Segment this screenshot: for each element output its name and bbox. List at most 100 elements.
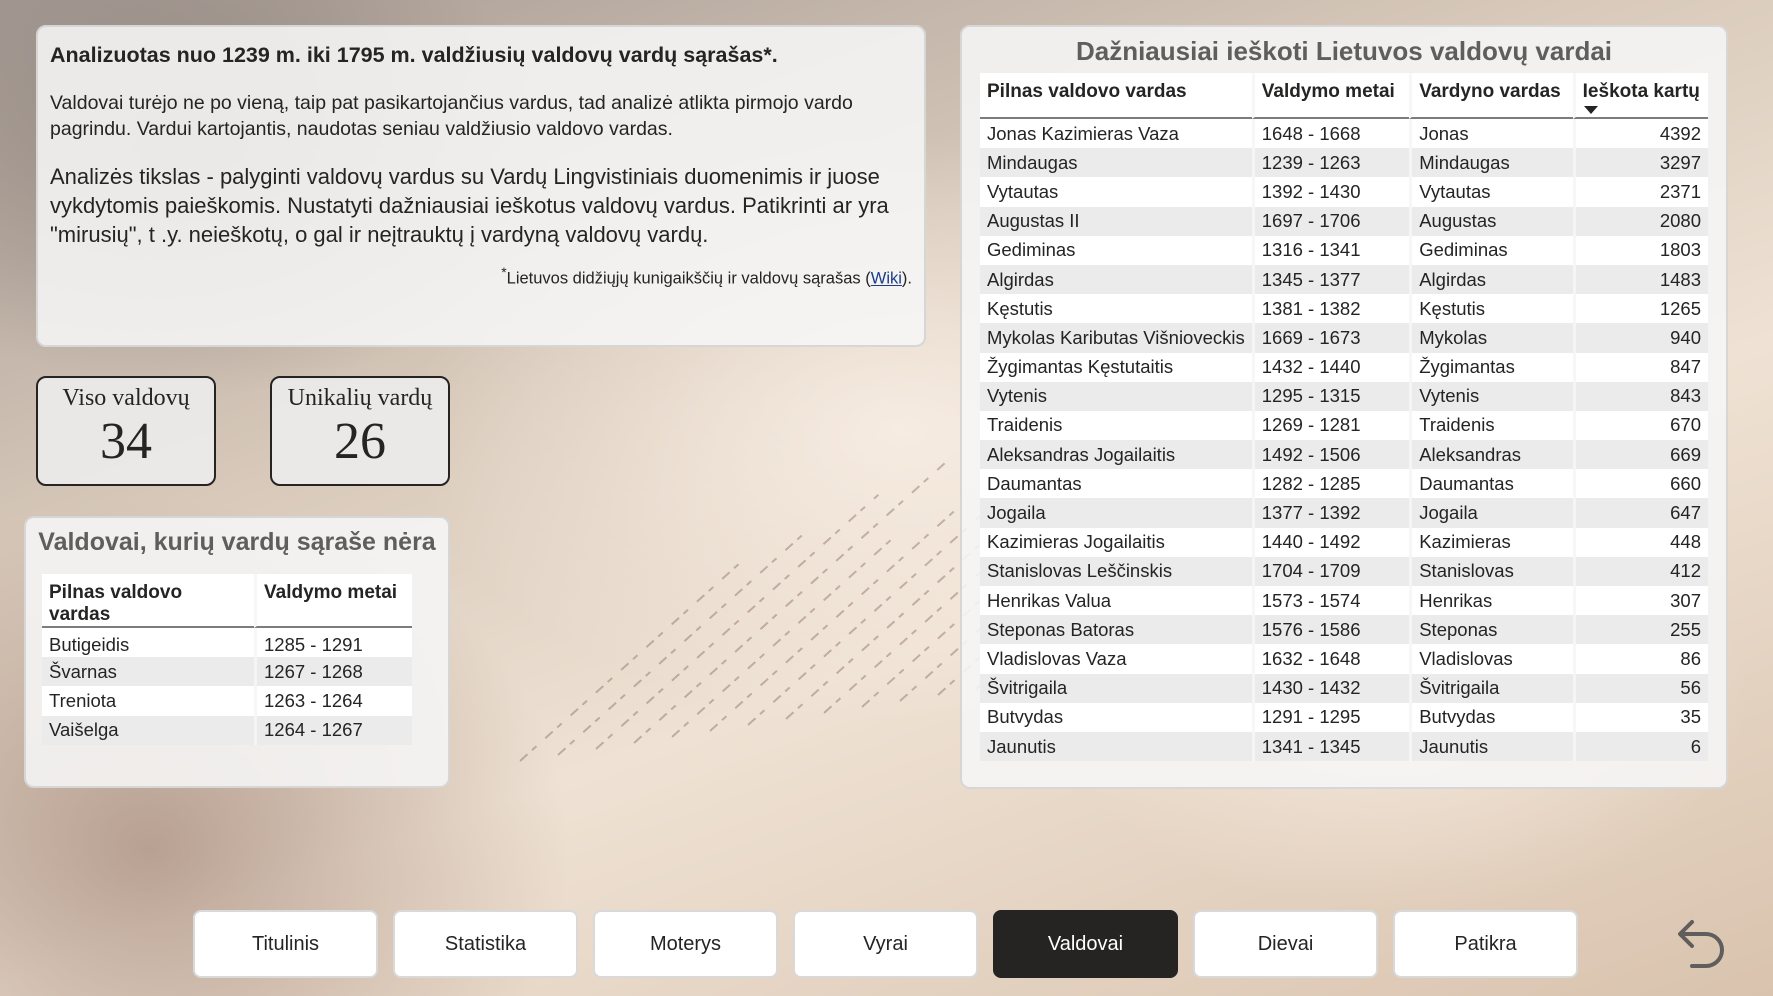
table-row[interactable]: Daumantas 1282 - 1285 Daumantas 660 — [980, 469, 1708, 499]
cell-search-count: 669 — [1572, 440, 1708, 470]
cell-reign-years: 1269 - 1281 — [1251, 410, 1410, 441]
cell-search-count: 86 — [1572, 644, 1708, 674]
cell-reign-years: 1295 - 1315 — [1251, 381, 1410, 411]
manuscript-line — [557, 526, 812, 756]
cell-full-name: Žygimantas Kęstutaitis — [980, 352, 1252, 382]
table-row[interactable]: Augustas II 1697 - 1706 Augustas 2080 — [980, 206, 1708, 236]
table-row[interactable]: Butvydas 1291 - 1295 Butvydas 35 — [980, 702, 1708, 732]
nav-button-titulinis[interactable]: Titulinis — [193, 910, 378, 978]
cell-full-name: Jaunutis — [980, 731, 1252, 762]
cell-reign-years: 1267 - 1268 — [254, 657, 412, 687]
top-searched-table: Pilnas valdovo vardas Valdymo metai Vard… — [980, 73, 1708, 762]
table-row[interactable]: Jaunutis 1341 - 1345 Jaunutis 6 — [980, 731, 1708, 762]
table-row[interactable]: Gediminas 1316 - 1341 Gediminas 1803 — [980, 235, 1708, 265]
cell-search-count: 847 — [1572, 352, 1708, 382]
nav-button-patikra[interactable]: Patikra — [1393, 910, 1578, 978]
column-header-full-name[interactable]: Pilnas valdovo vardas — [42, 574, 254, 628]
cell-full-name: Treniota — [42, 686, 254, 716]
cell-search-count: 1265 — [1572, 294, 1708, 324]
table-row[interactable]: Steponas Batoras 1576 - 1586 Steponas 255 — [980, 615, 1708, 645]
column-header-reign-years[interactable]: Valdymo metai — [1251, 73, 1410, 119]
table-row[interactable]: Mindaugas 1239 - 1263 Mindaugas 3297 — [980, 148, 1708, 178]
nav-button-dievai[interactable]: Dievai — [1193, 910, 1378, 978]
cell-search-count: 647 — [1572, 498, 1708, 528]
table-row[interactable]: Jonas Kazimieras Vaza 1648 - 1668 Jonas 439… — [980, 119, 1708, 149]
intro-footnote: *Lietuvos didžiųjų kunigaikščių ir valdo… — [50, 265, 912, 289]
footnote-end: ). — [901, 269, 912, 288]
table-row[interactable]: Vytenis 1295 - 1315 Vytenis 843 — [980, 381, 1708, 411]
column-header-registry-name[interactable]: Vardyno vardas — [1409, 73, 1573, 119]
cell-search-count: 660 — [1572, 469, 1708, 499]
nav-button-statistika[interactable]: Statistika — [393, 910, 578, 978]
column-header-full-name[interactable]: Pilnas valdovo vardas — [980, 73, 1252, 119]
nav-button-vyrai[interactable]: Vyrai — [793, 910, 978, 978]
table-row[interactable]: Švarnas 1267 - 1268 — [42, 657, 412, 687]
cell-search-count: 4392 — [1572, 119, 1708, 149]
table-row[interactable]: Algirdas 1345 - 1377 Algirdas 1483 — [980, 264, 1708, 295]
cell-search-count: 2371 — [1572, 177, 1708, 207]
cell-registry-name: Augustas — [1409, 206, 1573, 236]
cell-full-name: Mindaugas — [980, 148, 1252, 178]
nav-button-valdovai[interactable]: Valdovai — [993, 910, 1178, 978]
intro-title: Analizuotas nuo 1239 m. iki 1795 m. vald… — [50, 43, 778, 67]
cell-full-name: Švitrigaila — [980, 673, 1252, 703]
table-row[interactable]: Vytautas 1392 - 1430 Vytautas 2371 — [980, 177, 1708, 207]
kpi-total-rulers: Viso valdovų 34 — [36, 376, 216, 486]
cell-full-name: Jonas Kazimieras Vaza — [980, 119, 1252, 149]
cell-search-count: 843 — [1572, 381, 1708, 411]
column-header-reign-years[interactable]: Valdymo metai — [254, 574, 412, 628]
cell-reign-years: 1264 - 1267 — [254, 715, 412, 745]
cell-reign-years: 1492 - 1506 — [1251, 440, 1410, 470]
table-row[interactable]: Aleksandras Jogailaitis 1492 - 1506 Aleksa… — [980, 440, 1708, 470]
cell-registry-name: Vladislovas — [1409, 644, 1573, 674]
column-header-search-count[interactable]: Ieškota kartų — [1572, 73, 1708, 119]
cell-reign-years: 1239 - 1263 — [1251, 148, 1410, 178]
cell-reign-years: 1697 - 1706 — [1251, 206, 1410, 236]
manuscript-line — [595, 493, 880, 750]
cell-search-count: 670 — [1572, 410, 1708, 441]
table-row[interactable]: Butigeidis 1285 - 1291 — [42, 628, 412, 658]
table-row[interactable]: Žygimantas Kęstutaitis 1432 - 1440 Žygiman… — [980, 352, 1708, 382]
table-row[interactable]: Stanislovas Leščinskis 1704 - 1709 Stanisl… — [980, 556, 1708, 586]
missing-rulers-card: Valdovai, kurių vardų sąraše nėra Pilnas… — [24, 516, 450, 788]
table-row[interactable]: Treniota 1263 - 1264 — [42, 686, 412, 716]
table-row[interactable]: Kazimieras Jogailaitis 1440 - 1492 Kazimie… — [980, 527, 1708, 557]
cell-reign-years: 1432 - 1440 — [1251, 352, 1410, 382]
table-row[interactable]: Jogaila 1377 - 1392 Jogaila 647 — [980, 498, 1708, 528]
cell-registry-name: Algirdas — [1409, 264, 1573, 295]
cell-registry-name: Stanislovas — [1409, 556, 1573, 586]
cell-full-name: Stanislovas Leščinskis — [980, 556, 1252, 586]
back-arrow-icon[interactable] — [1672, 912, 1728, 974]
cell-registry-name: Jonas — [1409, 119, 1573, 149]
top-searched-title: Dažniausiai ieškoti Lietuvos valdovų var… — [1075, 36, 1613, 66]
cell-full-name: Švarnas — [42, 657, 254, 687]
cell-reign-years: 1377 - 1392 — [1251, 498, 1410, 528]
table-row[interactable]: Švitrigaila 1430 - 1432 Švitrigaila 56 — [980, 673, 1708, 703]
cell-search-count: 1483 — [1572, 264, 1708, 295]
table-row[interactable]: Traidenis 1269 - 1281 Traidenis 670 — [980, 410, 1708, 441]
top-searched-card: Dažniausiai ieškoti Lietuvos valdovų var… — [960, 25, 1728, 789]
cell-reign-years: 1291 - 1295 — [1251, 702, 1410, 732]
cell-full-name: Vaišelga — [42, 715, 254, 745]
cell-search-count: 56 — [1572, 673, 1708, 703]
table-header-row: Pilnas valdovo vardas Valdymo metai Vard… — [980, 73, 1708, 119]
missing-rulers-title: Valdovai, kurių vardų sąraše nėra — [38, 528, 436, 556]
cell-reign-years: 1704 - 1709 — [1251, 556, 1410, 586]
table-row[interactable]: Mykolas Kaributas Višnioveckis 1669 - 167… — [980, 323, 1708, 353]
cell-reign-years: 1669 - 1673 — [1251, 323, 1410, 353]
kpi-total-value: 34 — [100, 413, 152, 470]
nav-button-moterys[interactable]: Moterys — [593, 910, 778, 978]
cell-search-count: 307 — [1572, 586, 1708, 616]
table-row[interactable]: Henrikas Valua 1573 - 1574 Henrikas 307 — [980, 586, 1708, 616]
intro-paragraph-goal: Analizės tikslas - palyginti valdovų var… — [50, 164, 889, 247]
table-row[interactable]: Kęstutis 1381 - 1382 Kęstutis 1265 — [980, 294, 1708, 324]
cell-full-name: Mykolas Kaributas Višnioveckis — [980, 323, 1252, 353]
wiki-link[interactable]: Wiki — [871, 270, 902, 288]
table-row[interactable]: Vaišelga 1264 - 1267 — [42, 715, 412, 745]
cell-registry-name: Traidenis — [1409, 410, 1573, 441]
cell-registry-name: Žygimantas — [1409, 352, 1573, 382]
sort-descending-icon[interactable] — [1583, 106, 1598, 114]
cell-reign-years: 1285 - 1291 — [254, 628, 412, 658]
cell-full-name: Jogaila — [980, 498, 1252, 528]
table-row[interactable]: Vladislovas Vaza 1632 - 1648 Vladislovas 86 — [980, 644, 1708, 674]
